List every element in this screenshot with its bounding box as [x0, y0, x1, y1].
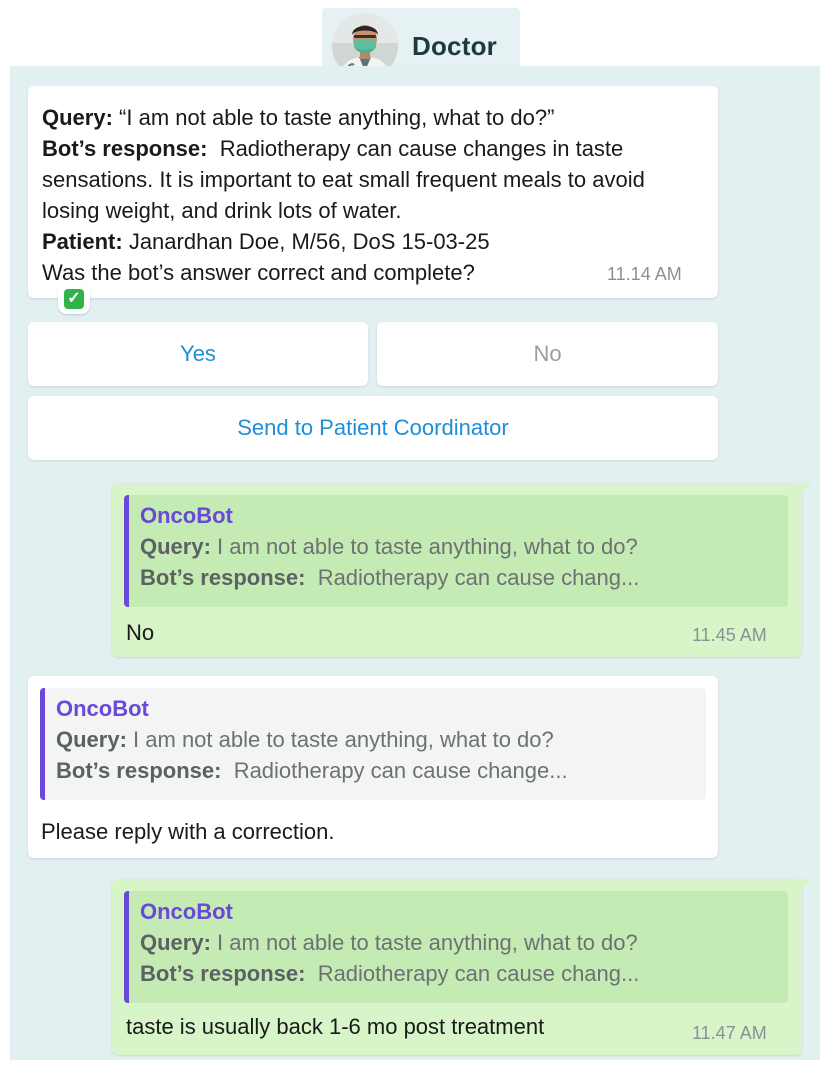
quote-query: Query: I am not able to taste anything, …	[140, 930, 638, 955]
response-label: Bot’s response:	[42, 136, 208, 161]
message-time: 11.14 AM	[607, 264, 682, 284]
chat-title: Doctor	[412, 30, 497, 61]
message-time: 11.47 AM	[692, 1023, 767, 1043]
message-time: 11.45 AM	[692, 625, 767, 645]
message-text: Please reply with a correction.	[41, 819, 335, 844]
quote-sender: OncoBot	[140, 899, 233, 924]
outgoing-reply-no: OncoBot Query: I am not able to taste an…	[112, 483, 802, 657]
patient-text: Janardhan Doe, M/56, DoS 15-03-25	[128, 229, 490, 254]
send-to-coordinator-button[interactable]: Send to Patient Coordinator	[28, 396, 718, 460]
quote-query: Query: I am not able to taste anything, …	[56, 727, 554, 752]
query-label: Query:	[42, 105, 113, 130]
quoted-message[interactable]: OncoBot Query: I am not able to taste an…	[124, 891, 788, 1003]
yes-button[interactable]: Yes	[28, 322, 368, 386]
no-button[interactable]: No	[377, 322, 718, 386]
message-text: No	[126, 620, 155, 645]
message-text: taste is usually back 1-6 mo post treatm…	[126, 1014, 545, 1039]
quote-bar	[124, 891, 129, 1003]
quote-bar	[40, 688, 45, 800]
bot-question-body: Query: “I am not able to taste anything,…	[42, 102, 692, 288]
checkmark-icon: ✓	[64, 289, 84, 309]
quote-response: Bot’s response: Radiotherapy can cause c…	[56, 758, 568, 783]
quoted-message[interactable]: OncoBot Query: I am not able to taste an…	[124, 495, 788, 607]
quoted-message[interactable]: OncoBot Query: I am not able to taste an…	[40, 688, 706, 800]
bot-correction-message: OncoBot Query: I am not able to taste an…	[28, 676, 718, 858]
bubble-tail	[800, 483, 812, 495]
outgoing-reply-correction: OncoBot Query: I am not able to taste an…	[112, 879, 802, 1055]
quote-sender: OncoBot	[56, 696, 149, 721]
bubble-tail	[800, 879, 812, 891]
quote-response: Bot’s response: Radiotherapy can cause c…	[140, 961, 640, 986]
quote-bar	[124, 495, 129, 607]
quote-sender: OncoBot	[140, 503, 233, 528]
patient-label: Patient:	[42, 229, 123, 254]
bot-question-message: Query: “I am not able to taste anything,…	[28, 86, 718, 298]
quote-response: Bot’s response: Radiotherapy can cause c…	[140, 565, 640, 590]
reaction-badge[interactable]: ✓	[58, 284, 90, 314]
question-prompt: Was the bot’s answer correct and complet…	[42, 260, 475, 285]
quote-query: Query: I am not able to taste anything, …	[140, 534, 638, 559]
query-text: “I am not able to taste anything, what t…	[119, 105, 555, 130]
